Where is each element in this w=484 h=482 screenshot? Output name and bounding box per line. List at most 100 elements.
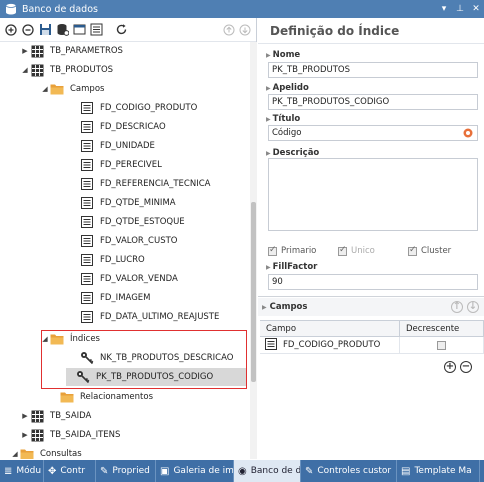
bottom-tab-label: Propried [112, 466, 150, 476]
close-icon[interactable]: ✕ [468, 4, 484, 14]
tree-node-label: FD_QTDE_ESTOQUE [100, 217, 185, 227]
bottom-tab[interactable]: ✥ Contr [44, 460, 96, 482]
field-icon [80, 120, 94, 134]
tree-node-label: FD_UNIDADE [100, 141, 155, 151]
tree-node-label: TB_SAIDA_ITENS [50, 430, 121, 440]
tree-node[interactable]: FD_PERECIVEL [70, 156, 162, 174]
tree-node[interactable]: FD_UNIDADE [70, 137, 155, 155]
bottom-tab[interactable]: ≣ Módu [0, 460, 44, 482]
tree-node[interactable]: FD_CODIGO_PRODUTO [70, 99, 197, 117]
tree-node[interactable]: FD_LUCRO [70, 251, 145, 269]
dropdown-icon[interactable]: ▾ [436, 4, 452, 14]
decrescente-checkbox[interactable] [437, 340, 446, 350]
expand-arrow-icon[interactable]: ◢ [10, 450, 20, 458]
move-down-icon[interactable] [238, 23, 252, 37]
window-titlebar: Banco de dados ▾ ⊥ ✕ [0, 0, 484, 18]
campos-section-header[interactable]: ▶ Campos ↑ ↓ [258, 298, 484, 316]
tree-scrollbar[interactable] [250, 42, 257, 459]
titulo-field[interactable]: Código [268, 125, 478, 141]
database-tree: ▶ TB_PARAMETROS ◢ TB_PRODUTOS ◢ Campos FD_CODI… [0, 42, 250, 459]
image-icon: ▣ [160, 465, 170, 477]
remove-icon[interactable] [21, 23, 35, 37]
window-icon[interactable] [72, 23, 86, 37]
expand-arrow-icon[interactable]: ▶ [20, 412, 30, 420]
table-icon [30, 44, 44, 58]
folder-icon [60, 390, 74, 404]
bottom-tab-bar: ≣ Módu ✥ Contr ✎ Propried ▣ Galeria de im ◉ Banco… [0, 460, 484, 482]
tree-node[interactable]: ▶ TB_SAIDA [20, 407, 91, 425]
bottom-tab-label: Banco de d [250, 466, 301, 476]
expand-arrow-icon[interactable]: ◢ [40, 335, 50, 343]
tree-node-label: FD_CODIGO_PRODUTO [100, 103, 198, 113]
bottom-tab[interactable]: ✎ Controles custor [301, 460, 397, 482]
expand-arrow-icon[interactable]: ▶ [20, 47, 30, 55]
field-icon [80, 272, 94, 286]
tree-node-label: FD_VALOR_CUSTO [100, 236, 178, 246]
unico-checkbox[interactable]: ✓ Unico [338, 245, 408, 256]
add-field-button[interactable]: + [444, 361, 456, 373]
fillfactor-label: ▶ FillFactor [266, 262, 318, 272]
tree-node[interactable]: FD_IMAGEM [70, 289, 150, 307]
tree-node-label: TB_SAIDA [50, 411, 92, 421]
field-icon [265, 337, 277, 353]
tree-node[interactable]: NK_TB_PRODUTOS_DESCRICAO [70, 349, 233, 367]
bottom-tab[interactable]: ▣ Galeria de im [156, 460, 234, 482]
field-icon [80, 234, 94, 248]
bottom-tab[interactable]: ◉ Banco de d [234, 460, 301, 482]
tree-node[interactable]: ◢ Índices [40, 330, 100, 348]
primario-checkbox[interactable]: ✓ Primario [268, 245, 338, 256]
add-icon[interactable] [4, 23, 18, 37]
tree-node[interactable]: PK_TB_PRODUTOS_CODIGO [66, 368, 247, 386]
column-campo[interactable]: Campo [260, 321, 400, 336]
tree-node[interactable]: FD_QTDE_ESTOQUE [70, 213, 185, 231]
fillfactor-field[interactable]: 90 [268, 274, 478, 290]
tree-node[interactable]: FD_QTDE_MINIMA [70, 194, 176, 212]
tree-node-label: Relacionamentos [80, 392, 154, 402]
expand-arrow-icon[interactable]: ◢ [20, 66, 30, 74]
pin-icon[interactable]: ⊥ [452, 4, 468, 14]
save-icon[interactable] [38, 23, 52, 37]
key-icon [76, 370, 90, 384]
move-up-icon[interactable]: ↑ [451, 301, 463, 313]
tree-node[interactable]: ◢ Consultas [10, 445, 82, 459]
expand-arrow-icon[interactable]: ▶ [20, 431, 30, 439]
table-row[interactable]: FD_CODIGO_PRODUTO [260, 337, 484, 354]
descricao-label: ▶ Descrição [266, 148, 320, 158]
bottom-tab[interactable]: ✎ Propried [96, 460, 156, 482]
field-icon [80, 253, 94, 267]
database-icon: ◉ [238, 465, 247, 477]
tree-node[interactable]: FD_DATA_ULTIMO_REAJUSTE [70, 308, 219, 326]
field-icon [80, 158, 94, 172]
field-icon [80, 196, 94, 210]
nome-field[interactable]: PK_TB_PRODUTOS [268, 62, 478, 78]
tree-node[interactable]: FD_DESCRICAO [70, 118, 166, 136]
remove-field-button[interactable]: − [460, 361, 472, 373]
nome-label: ▶ Nome [266, 50, 301, 60]
descricao-field[interactable] [268, 158, 478, 231]
tree-node[interactable]: FD_VALOR_VENDA [70, 270, 178, 288]
tree-node[interactable]: FD_REFERENCIA_TECNICA [70, 175, 210, 193]
move-down-icon[interactable]: ↓ [467, 301, 479, 313]
divider [258, 296, 484, 297]
tree-node-label: TB_PARAMETROS [50, 46, 123, 56]
column-decrescente[interactable]: Decrescente [400, 321, 484, 336]
form-icon[interactable] [89, 23, 103, 37]
tree-node[interactable]: ▶ TB_SAIDA_ITENS [20, 426, 120, 444]
window-title: Banco de dados [22, 3, 98, 15]
tree-node[interactable]: Relacionamentos [50, 388, 153, 406]
move-up-icon[interactable] [222, 23, 236, 37]
apelido-field[interactable]: PK_TB_PRODUTOS_CODIGO [268, 94, 478, 110]
tree-node[interactable]: ◢ TB_PRODUTOS [20, 61, 113, 79]
tree-node[interactable]: ▶ TB_PARAMETROS [20, 42, 123, 60]
database-add-icon[interactable] [55, 23, 69, 37]
tree-node[interactable]: FD_VALOR_CUSTO [70, 232, 177, 250]
bottom-tab[interactable]: ▤ Template Ma [397, 460, 480, 482]
tree-node[interactable]: ◢ Campos [40, 80, 104, 98]
cluster-checkbox[interactable]: ✓ Cluster [408, 245, 451, 256]
refresh-icon[interactable] [114, 23, 128, 37]
expand-arrow-icon[interactable]: ◢ [40, 85, 50, 93]
folder-icon [50, 332, 64, 346]
database-panel: ▶ TB_PARAMETROS ◢ TB_PRODUTOS ◢ Campos FD_CODI… [0, 18, 257, 459]
translate-icon[interactable] [463, 128, 473, 143]
tree-node-label: FD_REFERENCIA_TECNICA [100, 179, 211, 189]
